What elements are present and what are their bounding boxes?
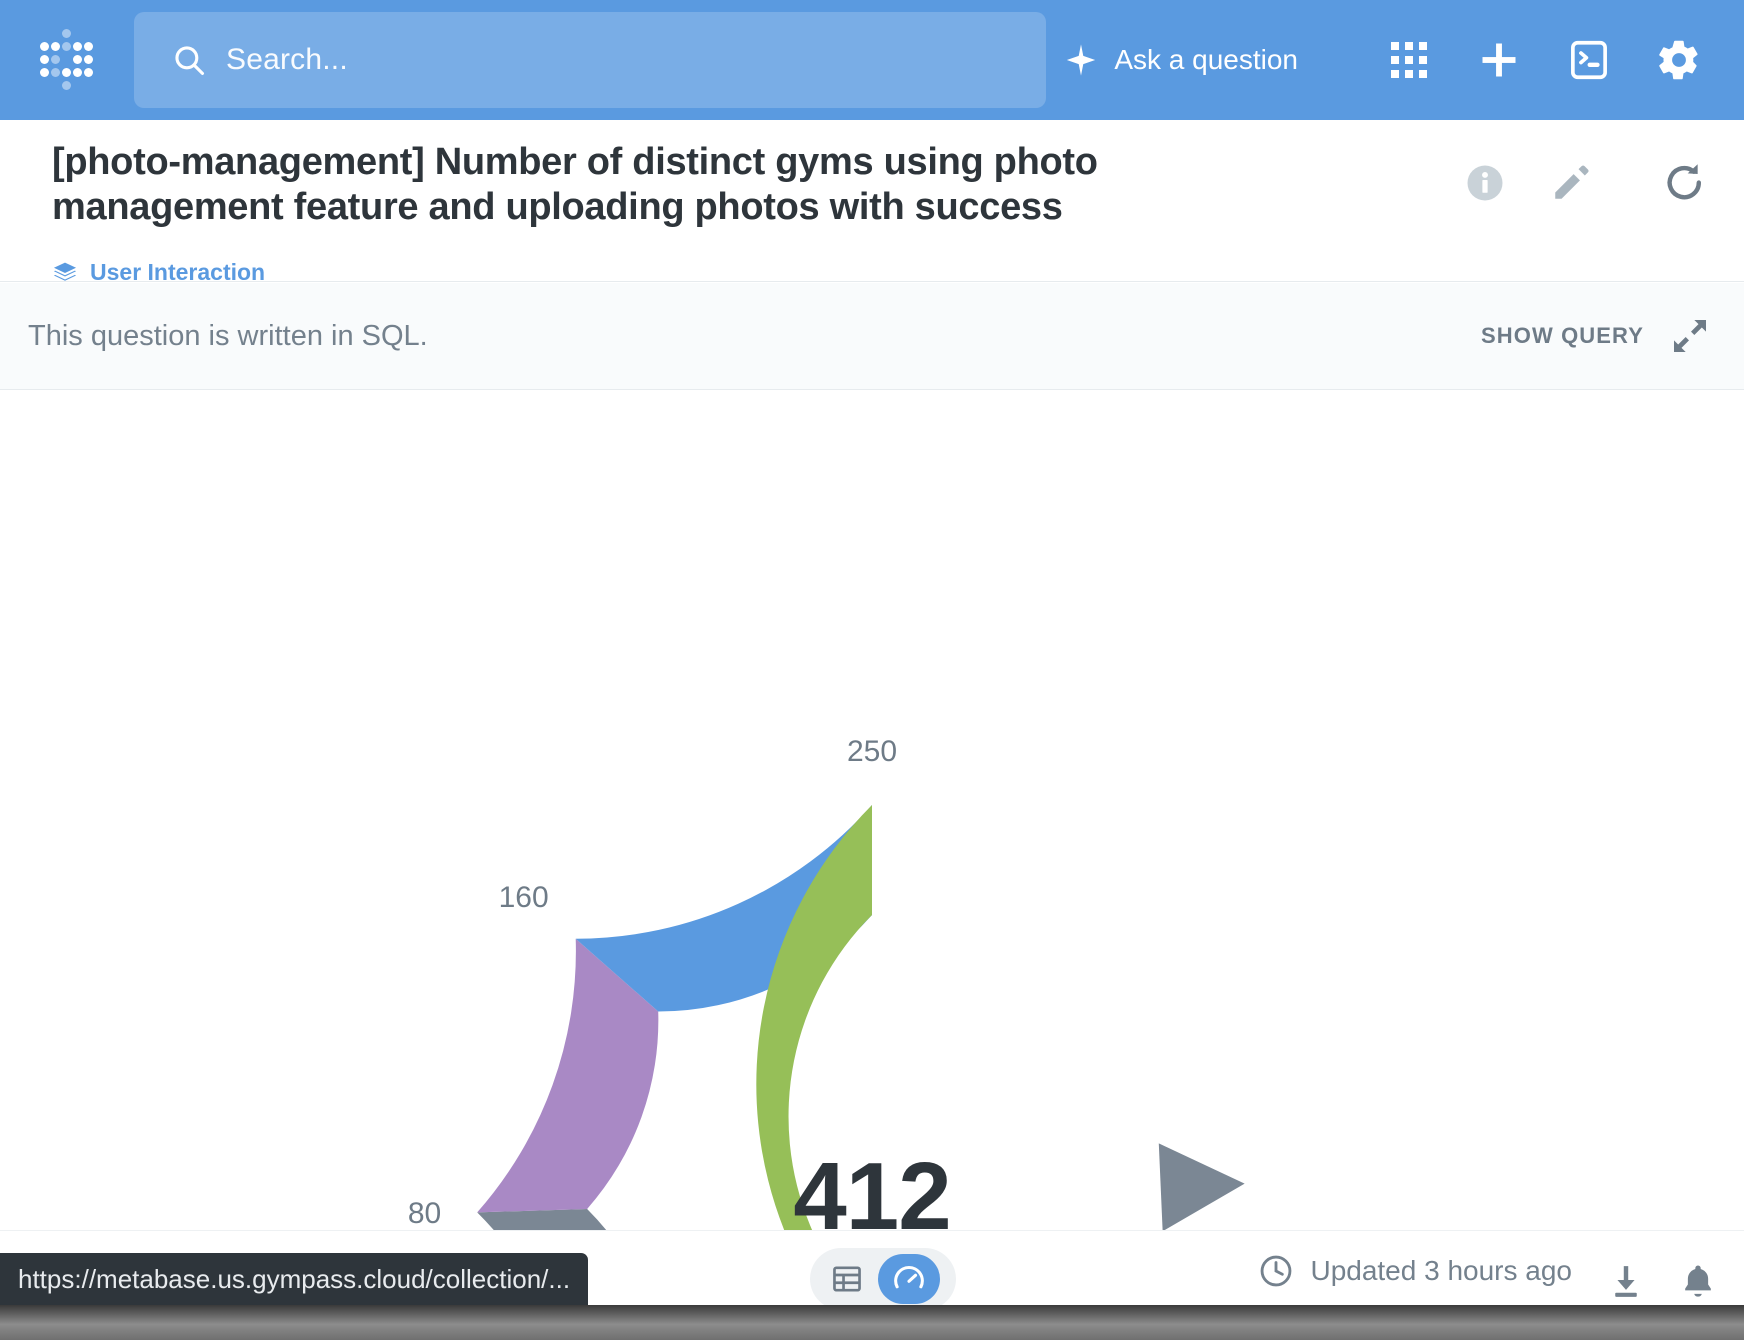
- bell-icon[interactable]: [1672, 1255, 1724, 1307]
- refresh-icon[interactable]: [1662, 160, 1708, 206]
- gauge-tick-label: 80: [407, 1196, 442, 1230]
- question-header: [photo-management] Number of distinct gy…: [0, 120, 1744, 285]
- sparkle-icon: [1064, 43, 1098, 77]
- download-icon[interactable]: [1600, 1255, 1652, 1307]
- sql-notice-bar: This question is written in SQL. SHOW QU…: [0, 283, 1744, 390]
- search-input[interactable]: Search...: [134, 12, 1046, 108]
- top-navigation-bar: Search... Ask a question: [0, 0, 1744, 120]
- expand-arrows-icon[interactable]: [1670, 316, 1710, 356]
- clock-icon: [1258, 1253, 1294, 1289]
- app-root: Search... Ask a question [photo-manageme…: [0, 0, 1744, 1340]
- top-nav-actions: Ask a question: [1064, 0, 1744, 120]
- grid-apps-icon[interactable]: [1378, 29, 1440, 91]
- view-toggle-group: [810, 1248, 956, 1310]
- gauge-tick-label: 160: [498, 880, 549, 914]
- gauge-view-icon[interactable]: [878, 1254, 940, 1304]
- ask-a-question-label: Ask a question: [1114, 44, 1298, 75]
- metabase-logo[interactable]: [36, 29, 98, 91]
- sql-bar-actions: SHOW QUERY: [1481, 316, 1710, 356]
- gauge-tick-label: 250: [846, 735, 898, 768]
- gear-icon[interactable]: [1648, 29, 1710, 91]
- updated-label: Updated 3 hours ago: [1310, 1255, 1572, 1286]
- info-icon[interactable]: [1464, 162, 1506, 204]
- status-bar-url: https://metabase.us.gympass.cloud/collec…: [0, 1253, 589, 1305]
- sql-console-icon[interactable]: [1558, 29, 1620, 91]
- pencil-edit-icon[interactable]: [1550, 162, 1592, 204]
- question-header-actions: [1420, 160, 1708, 206]
- breadcrumb-collection[interactable]: User Interaction: [52, 259, 265, 286]
- plus-icon[interactable]: [1468, 29, 1530, 91]
- gauge-chart[interactable]: 412 080160250500: [0, 390, 1744, 1230]
- visualization-area: 412 080160250500: [0, 390, 1744, 1230]
- search-icon: [172, 43, 206, 77]
- browser-bottom-chrome: [0, 1305, 1744, 1340]
- sql-notice-text: This question is written in SQL.: [28, 319, 428, 352]
- show-query-button[interactable]: SHOW QUERY: [1481, 323, 1644, 349]
- search-placeholder: Search...: [226, 43, 348, 76]
- collection-name: User Interaction: [90, 259, 266, 285]
- ask-a-question-button[interactable]: Ask a question: [1064, 43, 1298, 77]
- table-view-icon[interactable]: [816, 1254, 878, 1304]
- page-title[interactable]: [photo-management] Number of distinct gy…: [52, 140, 1232, 230]
- updated-status: Updated 3 hours ago: [1258, 1253, 1572, 1289]
- gauge-svg: [477, 805, 1273, 1230]
- stack-layers-icon: [52, 260, 78, 286]
- gauge-segment: [477, 1208, 607, 1230]
